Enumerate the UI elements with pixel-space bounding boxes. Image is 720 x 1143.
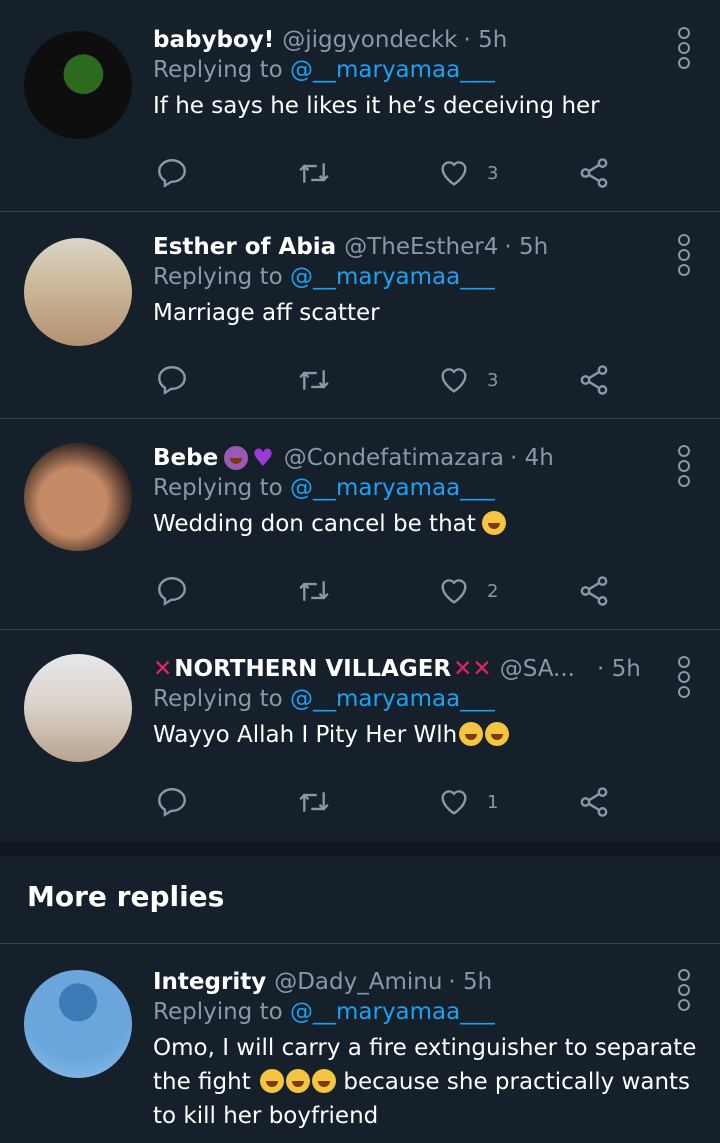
reply-tweet[interactable]: ✕ NORTHERN VILLAGER ✕✕ @SA... · 5h Reply… bbox=[0, 652, 720, 840]
timestamp[interactable]: · 5h bbox=[504, 234, 548, 260]
anger-symbol-emoji: ✕ bbox=[153, 656, 173, 682]
mention-link[interactable]: @__maryamaa___ bbox=[290, 999, 495, 1025]
timestamp[interactable]: · 5h bbox=[463, 27, 507, 53]
retweet-icon[interactable] bbox=[296, 360, 332, 400]
timestamp[interactable]: · 5h bbox=[597, 656, 641, 682]
more-replies-heading: More replies bbox=[27, 880, 225, 913]
display-name[interactable]: Integrity bbox=[153, 969, 266, 995]
woman-with-headscarf-emoji bbox=[224, 446, 249, 470]
divider bbox=[0, 943, 720, 944]
like-button[interactable]: 3 bbox=[437, 360, 498, 400]
more-options-icon[interactable] bbox=[676, 234, 692, 279]
like-count: 3 bbox=[487, 369, 499, 391]
laughing-emoji bbox=[485, 722, 510, 746]
like-count: 1 bbox=[487, 791, 499, 813]
display-name[interactable]: Esther of Abia bbox=[153, 234, 336, 260]
display-name[interactable]: babyboy! bbox=[153, 27, 274, 53]
reply-icon[interactable] bbox=[155, 360, 189, 400]
retweet-icon[interactable] bbox=[296, 153, 332, 193]
laughing-emoji bbox=[312, 1069, 337, 1093]
more-options-icon[interactable] bbox=[676, 969, 692, 1014]
replying-to: Replying to @__maryamaa___ bbox=[153, 57, 495, 83]
display-name[interactable]: NORTHERN VILLAGER bbox=[174, 656, 451, 682]
divider bbox=[0, 211, 720, 212]
action-bar: 2 bbox=[153, 571, 623, 611]
laughing-emoji bbox=[260, 1069, 285, 1093]
tweet-text: Marriage aff scatter bbox=[153, 300, 380, 326]
replying-to: Replying to @__maryamaa___ bbox=[153, 475, 495, 501]
action-bar: 3 bbox=[153, 153, 623, 193]
tweet-text: Wedding don cancel be that bbox=[153, 507, 693, 541]
avatar[interactable] bbox=[24, 443, 132, 551]
reply-tweet[interactable]: Esther of Abia @TheEsther4 · 5h Replying… bbox=[0, 230, 720, 418]
display-name[interactable]: Bebe bbox=[153, 445, 218, 471]
like-button[interactable]: 2 bbox=[437, 571, 498, 611]
mention-link[interactable]: @__maryamaa___ bbox=[290, 264, 495, 290]
like-count: 2 bbox=[487, 580, 499, 602]
heart-icon bbox=[441, 579, 467, 604]
tweet-text: If he says he likes it he’s deceiving he… bbox=[153, 93, 600, 119]
reply-icon[interactable] bbox=[155, 571, 189, 611]
more-options-icon[interactable] bbox=[676, 445, 692, 490]
share-icon[interactable] bbox=[577, 782, 611, 822]
like-count: 3 bbox=[487, 162, 499, 184]
avatar[interactable] bbox=[24, 31, 132, 139]
username[interactable]: @TheEsther4 bbox=[344, 234, 498, 260]
avatar[interactable] bbox=[24, 238, 132, 346]
like-button[interactable]: 3 bbox=[437, 153, 498, 193]
retweet-icon[interactable] bbox=[296, 782, 332, 822]
laughing-emoji bbox=[459, 722, 484, 746]
divider bbox=[0, 418, 720, 419]
heart-icon bbox=[441, 790, 467, 815]
avatar[interactable] bbox=[24, 970, 132, 1078]
reply-tweet[interactable]: babyboy! @jiggyondeckk · 5h Replying to … bbox=[0, 23, 720, 211]
username[interactable]: @SA... bbox=[500, 656, 575, 682]
more-options-icon[interactable] bbox=[676, 27, 692, 72]
section-separator bbox=[0, 842, 720, 856]
tweet-text: Wayyo Allah I Pity Her Wlh bbox=[153, 718, 693, 752]
reply-icon[interactable] bbox=[155, 153, 189, 193]
replying-to: Replying to @__maryamaa___ bbox=[153, 686, 495, 712]
timestamp[interactable]: · 4h bbox=[510, 445, 554, 471]
like-button[interactable]: 1 bbox=[437, 782, 498, 822]
action-bar: 3 bbox=[153, 360, 623, 400]
laughing-emoji bbox=[286, 1069, 311, 1093]
heart-icon bbox=[441, 368, 467, 393]
more-options-icon[interactable] bbox=[676, 656, 692, 701]
retweet-icon[interactable] bbox=[296, 571, 332, 611]
avatar[interactable] bbox=[24, 654, 132, 762]
laughing-emoji bbox=[481, 511, 506, 535]
purple-heart-emoji: ♥ bbox=[252, 444, 274, 472]
replying-to: Replying to @__maryamaa___ bbox=[153, 999, 495, 1025]
mention-link[interactable]: @__maryamaa___ bbox=[290, 57, 495, 83]
username[interactable]: @jiggyondeckk bbox=[282, 27, 457, 53]
reply-icon[interactable] bbox=[155, 782, 189, 822]
heart-icon bbox=[441, 161, 467, 186]
share-icon[interactable] bbox=[577, 360, 611, 400]
mention-link[interactable]: @__maryamaa___ bbox=[290, 686, 495, 712]
timestamp[interactable]: · 5h bbox=[448, 969, 492, 995]
reply-tweet[interactable]: Bebe ♥ @Condefatimazara · 4h Replying to… bbox=[0, 441, 720, 629]
action-bar: 1 bbox=[153, 782, 623, 822]
tweet-text: Omo, I will carry a fire extinguisher to… bbox=[153, 1035, 697, 1129]
divider bbox=[0, 629, 720, 630]
username[interactable]: @Condefatimazara bbox=[284, 445, 504, 471]
username[interactable]: @Dady_Aminu bbox=[274, 969, 442, 995]
share-icon[interactable] bbox=[577, 571, 611, 611]
anger-symbol-emoji: ✕✕ bbox=[453, 656, 492, 682]
mention-link[interactable]: @__maryamaa___ bbox=[290, 475, 495, 501]
reply-tweet[interactable]: Integrity @Dady_Aminu · 5h Replying to @… bbox=[0, 965, 720, 1143]
share-icon[interactable] bbox=[577, 153, 611, 193]
replying-to: Replying to @__maryamaa___ bbox=[153, 264, 495, 290]
